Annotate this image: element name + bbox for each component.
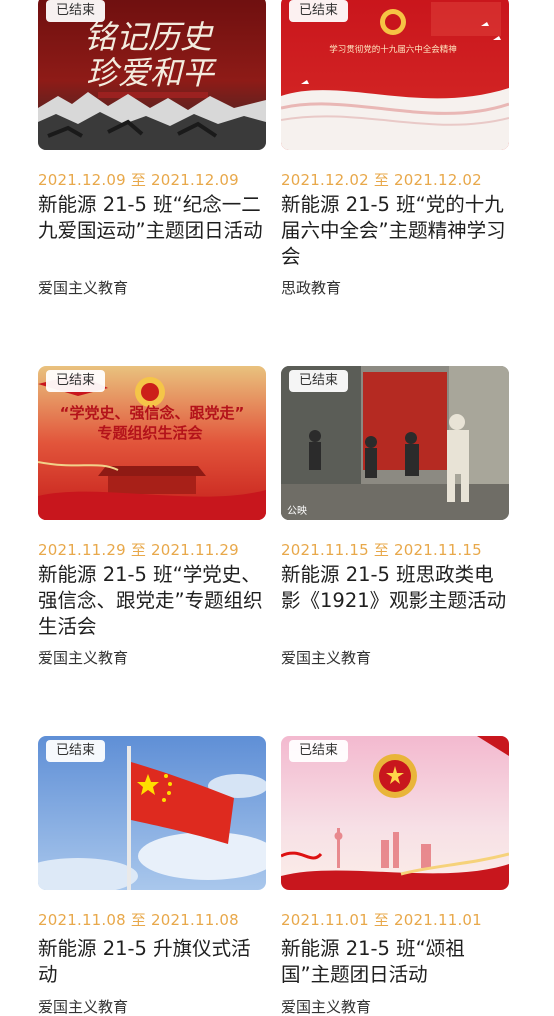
start-date: 2021.11.08 [38,911,126,929]
activity-card[interactable]: 已结束 2021.11.01 至 2021.11.01 新能源 21-5 班“颂… [281,736,509,1016]
activity-thumbnail[interactable]: 学习贯彻党的十九届六中全会精神 已结束 [281,0,509,150]
activity-category: 爱国主义教育 [281,998,372,1016]
status-badge: 已结束 [289,740,349,762]
activity-thumbnail[interactable]: 已结束 [38,736,266,890]
activity-card[interactable]: 学习贯彻党的十九届六中全会精神 已结束 2021.12.02 至 2021.12… [281,0,509,306]
status-badge: 已结束 [46,370,106,392]
end-date: 2021.11.01 [394,911,482,929]
poster-line1: 学习贯彻党的十九届六中全会精神 [329,44,457,55]
end-date: 2021.11.15 [394,541,482,559]
activity-category: 爱国主义教育 [38,279,129,297]
activity-title[interactable]: 新能源 21-5 班“学党史、强信念、跟党走”专题组织生活会 [38,562,266,640]
activity-card[interactable]: “学党史、强信念、跟党走” 专题组织生活会 已结束 2021.11.29 至 2… [38,366,266,676]
date-separator: 至 [373,171,390,189]
activity-card[interactable]: 铭记历史 珍爱和平 已结束 2021.12.09 至 2021.12.09 新能… [38,0,266,306]
activity-category: 爱国主义教育 [38,649,129,667]
activity-thumbnail[interactable]: “学党史、强信念、跟党走” 专题组织生活会 已结束 [38,366,266,520]
activity-thumbnail[interactable]: 铭记历史 珍爱和平 已结束 [38,0,266,150]
activity-title[interactable]: 新能源 21-5 班“党的十九届六中全会”主题精神学习会 [281,192,509,270]
end-date: 2021.11.29 [151,541,239,559]
activity-thumbnail[interactable]: 公映 已结束 [281,366,509,520]
status-badge: 已结束 [289,370,349,392]
flagpole [127,746,131,890]
activity-card[interactable]: 已结束 2021.11.08 至 2021.11.08 新能源 21-5 升旗仪… [38,736,266,1016]
activity-category: 思政教育 [281,279,342,297]
date-separator: 至 [373,541,390,559]
activity-title[interactable]: 新能源 21-5 班思政类电影《1921》观影主题活动 [281,562,509,614]
end-date: 2021.12.02 [394,171,482,189]
start-date: 2021.12.09 [38,171,126,189]
party-plenum-poster-image: 学习贯彻党的十九届六中全会精神 [281,0,509,150]
activity-dates: 2021.11.01 至 2021.11.01 [281,909,482,930]
date-separator: 至 [130,541,147,559]
history-poster-image: 铭记历史 珍爱和平 [38,0,266,150]
activity-title[interactable]: 新能源 21-5 升旗仪式活动 [38,936,266,988]
start-date: 2021.12.02 [281,171,369,189]
poster-line2: 珍爱和平 [86,54,217,92]
activity-dates: 2021.11.08 至 2021.11.08 [38,909,239,930]
status-badge: 已结束 [46,0,106,22]
activity-title[interactable]: 新能源 21-5 班“纪念一二九爱国运动”主题团日活动 [38,192,266,244]
activity-dates: 2021.11.29 至 2021.11.29 [38,539,239,560]
poster-line2: 专题组织生活会 [97,424,202,442]
activity-dates: 2021.12.09 至 2021.12.09 [38,169,239,190]
poster-line1: 铭记历史 [84,18,214,56]
end-date: 2021.11.08 [151,911,239,929]
activity-card[interactable]: 公映 已结束 2021.11.15 至 2021.11.15 新能源 21-5 … [281,366,509,676]
activity-thumbnail[interactable]: 已结束 [281,736,509,890]
activity-title[interactable]: 新能源 21-5 班“颂祖国”主题团日活动 [281,936,509,988]
date-separator: 至 [130,171,147,189]
activity-dates: 2021.12.02 至 2021.12.02 [281,169,482,190]
activity-category: 爱国主义教育 [38,998,129,1016]
poster-line1: 公映 [287,505,307,517]
start-date: 2021.11.01 [281,911,369,929]
status-badge: 已结束 [289,0,349,22]
date-separator: 至 [373,911,390,929]
start-date: 2021.11.15 [281,541,369,559]
end-date: 2021.12.09 [151,171,239,189]
start-date: 2021.11.29 [38,541,126,559]
poster-line1: “学党史、强信念、跟党走” [60,404,245,422]
activity-dates: 2021.11.15 至 2021.11.15 [281,539,482,560]
activity-category: 爱国主义教育 [281,649,372,667]
date-separator: 至 [130,911,147,929]
status-badge: 已结束 [46,740,106,762]
